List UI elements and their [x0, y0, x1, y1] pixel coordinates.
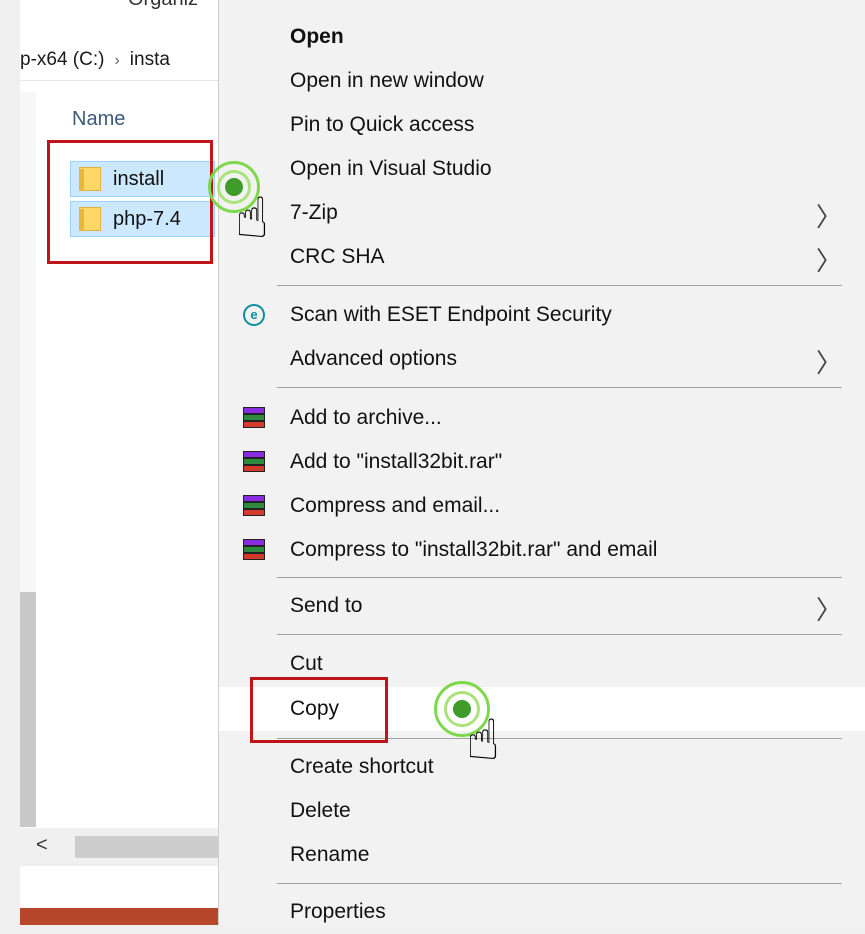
breadcrumb-folder[interactable]: insta	[130, 49, 170, 70]
chevron-right-icon: 〉	[815, 246, 842, 276]
taskbar-strip	[20, 908, 225, 925]
menu-item-label: Open in Visual Studio	[290, 157, 492, 180]
winrar-icon	[241, 405, 269, 431]
menu-divider	[277, 883, 842, 884]
menu-item-advanced-options[interactable]: Advanced options 〉	[219, 337, 865, 381]
highlight-box-selected-folders	[47, 140, 213, 264]
menu-item-delete[interactable]: Delete	[219, 789, 865, 833]
menu-item-label: Properties	[290, 900, 386, 923]
eset-icon: e	[243, 304, 265, 326]
menu-divider	[277, 634, 842, 635]
menu-item-rename[interactable]: Rename	[219, 833, 865, 877]
column-header-name[interactable]: Name	[72, 108, 125, 131]
highlight-box-copy	[250, 677, 388, 743]
menu-item-add-to-archive[interactable]: Add to archive...	[219, 396, 865, 440]
pointing-hand-icon: ☝	[466, 708, 501, 771]
pointing-hand-icon: ☝	[235, 186, 270, 249]
menu-item-send-to[interactable]: Send to 〉	[219, 584, 865, 628]
context-menu: Open Open in new window Pin to Quick acc…	[218, 0, 865, 925]
menu-item-label: Rename	[290, 843, 370, 866]
chevron-left-icon[interactable]: <	[36, 834, 48, 857]
menu-item-label: Open	[290, 25, 344, 48]
menu-item-compress-email[interactable]: Compress and email...	[219, 484, 865, 528]
menu-item-label: Send to	[290, 594, 363, 617]
menu-item-label: Scan with ESET Endpoint Security	[290, 303, 612, 326]
menu-item-label: Open in new window	[290, 69, 484, 92]
winrar-icon	[241, 449, 269, 475]
ribbon-tab-organize[interactable]: Organiz	[128, 0, 198, 11]
menu-item-label: Compress to "install32bit.rar" and email	[290, 538, 658, 561]
menu-item-label: Add to "install32bit.rar"	[290, 450, 503, 473]
horizontal-scrollbar[interactable]: <	[20, 828, 225, 866]
menu-item-compress-rar-email[interactable]: Compress to "install32bit.rar" and email	[219, 528, 865, 572]
menu-item-label: Pin to Quick access	[290, 113, 475, 136]
menu-divider	[277, 285, 842, 286]
menu-item-open[interactable]: Open	[219, 15, 865, 59]
breadcrumb-separator-icon: ›	[114, 52, 120, 69]
menu-item-label: 7-Zip	[290, 201, 338, 224]
menu-item-add-to-rar[interactable]: Add to "install32bit.rar"	[219, 440, 865, 484]
chevron-right-icon: 〉	[815, 202, 842, 232]
menu-item-label: Create shortcut	[290, 755, 434, 778]
menu-item-crc-sha[interactable]: CRC SHA 〉	[219, 235, 865, 279]
menu-item-open-visual-studio[interactable]: Open in Visual Studio	[219, 147, 865, 191]
menu-divider	[277, 387, 842, 388]
navigation-pane-scrollbar[interactable]	[20, 92, 36, 827]
file-explorer-window: Organiz p-x64 (C:) › insta Name	[20, 0, 225, 925]
menu-item-scan-eset[interactable]: e Scan with ESET Endpoint Security	[219, 293, 865, 337]
scrollbar-thumb[interactable]	[20, 592, 36, 827]
menu-item-label: Add to archive...	[290, 406, 442, 429]
menu-item-label: Delete	[290, 799, 351, 822]
menu-item-open-new-window[interactable]: Open in new window	[219, 59, 865, 103]
breadcrumb-drive[interactable]: p-x64 (C:)	[20, 49, 104, 70]
winrar-icon	[241, 493, 269, 519]
scrollbar-track[interactable]	[75, 836, 225, 858]
menu-item-label: Advanced options	[290, 347, 457, 370]
menu-item-properties[interactable]: Properties	[219, 890, 865, 934]
menu-divider	[277, 577, 842, 578]
address-bar[interactable]: p-x64 (C:) › insta	[20, 40, 225, 81]
menu-item-create-shortcut[interactable]: Create shortcut	[219, 745, 865, 789]
chevron-right-icon: 〉	[815, 595, 842, 625]
menu-item-label: CRC SHA	[290, 245, 385, 268]
window-gutter	[0, 0, 20, 925]
menu-item-pin-quick-access[interactable]: Pin to Quick access	[219, 103, 865, 147]
menu-item-label: Cut	[290, 652, 323, 675]
menu-item-label: Compress and email...	[290, 494, 501, 517]
menu-item-7zip[interactable]: 7-Zip 〉	[219, 191, 865, 235]
chevron-right-icon: 〉	[815, 348, 842, 378]
winrar-icon	[241, 537, 269, 563]
